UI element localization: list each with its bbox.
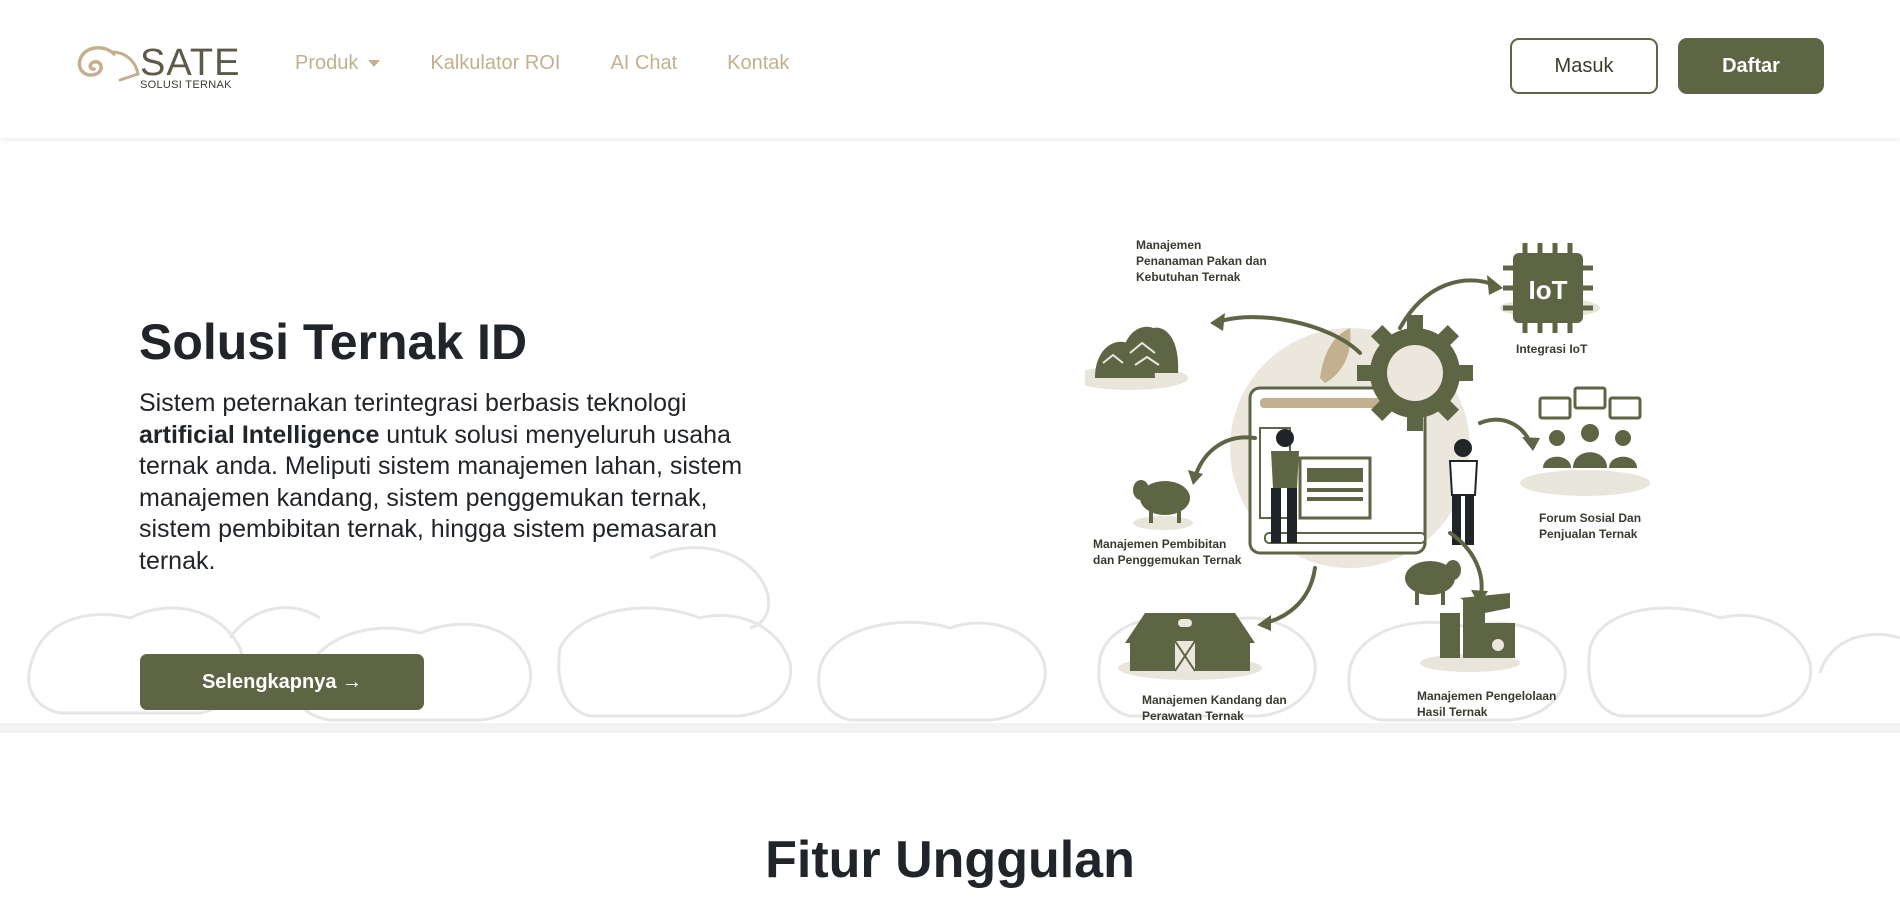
register-button[interactable]: Daftar	[1678, 38, 1824, 94]
nav-ai-chat[interactable]: AI Chat	[610, 52, 677, 75]
hero-section: Solusi Ternak ID Sistem peternakan terin…	[0, 138, 1900, 733]
features-heading-bold: Fitur	[765, 831, 881, 889]
brand-logo[interactable]: SATE SOLUSI TERNAK	[76, 40, 239, 92]
features-heading-rest: Unggulan	[880, 831, 1135, 889]
nav-produk-label: Produk	[295, 52, 359, 74]
chevron-down-icon	[368, 60, 381, 67]
label-forum: Forum Sosial Dan Penjualan Ternak	[1539, 511, 1642, 541]
hero-description-part1: Sistem peternakan terintegrasi berbasis …	[139, 389, 687, 417]
iot-chip-text: IoT	[1529, 275, 1568, 305]
forum-people-icon	[1538, 386, 1642, 468]
features-heading: Fitur Unggulan	[0, 830, 1900, 890]
hero-description-highlight: artificial Intelligence	[139, 420, 380, 449]
label-iot: Integrasi IoT	[1516, 342, 1588, 356]
hero-description: Sistem peternakan terintegrasi berbasis …	[139, 388, 749, 577]
livestock-system-illustration: IoT	[1085, 243, 1650, 680]
selengkapnya-button[interactable]: Selengkapnya →	[140, 654, 424, 710]
sheep-logo-icon	[77, 46, 140, 82]
label-pakan: Manajemen Penanaman Pakan dan Kebutuhan …	[1136, 238, 1267, 284]
nav-kalkulator-roi[interactable]: Kalkulator ROI	[430, 52, 560, 75]
nav-produk-dropdown[interactable]: Produk	[295, 52, 381, 75]
label-pembibitan: Manajemen Pembibitan dan Penggemukan Ter…	[1093, 537, 1242, 567]
brand-tagline: SOLUSI TERNAK	[140, 79, 232, 91]
haystack-icon	[1095, 326, 1179, 378]
sheep-center-icon	[1405, 560, 1461, 605]
iot-chip-icon: IoT	[1503, 243, 1593, 333]
main-nav: Produk Kalkulator ROI AI Chat Kontak	[295, 52, 839, 75]
barn-icon	[1125, 613, 1255, 672]
nav-kontak[interactable]: Kontak	[727, 52, 789, 75]
login-button[interactable]: Masuk	[1510, 38, 1658, 94]
navbar: SATE SOLUSI TERNAK Produk Kalkulator ROI…	[0, 0, 1900, 138]
hero-illustration: IoT Manajemen Penanaman Pakan dan Kebutu…	[1085, 233, 1665, 733]
label-kandang: Manajemen Kandang dan Perawatan Ternak	[1142, 693, 1287, 723]
hero-title: Solusi Ternak ID	[139, 314, 528, 370]
brand-name: SATE	[140, 42, 241, 84]
label-hasil: Manajemen Pengelolaan Hasil Ternak	[1417, 689, 1557, 719]
arrow-to-forum	[1478, 417, 1532, 445]
factory-icon	[1440, 593, 1515, 658]
arrow-to-kandang	[1263, 566, 1317, 625]
